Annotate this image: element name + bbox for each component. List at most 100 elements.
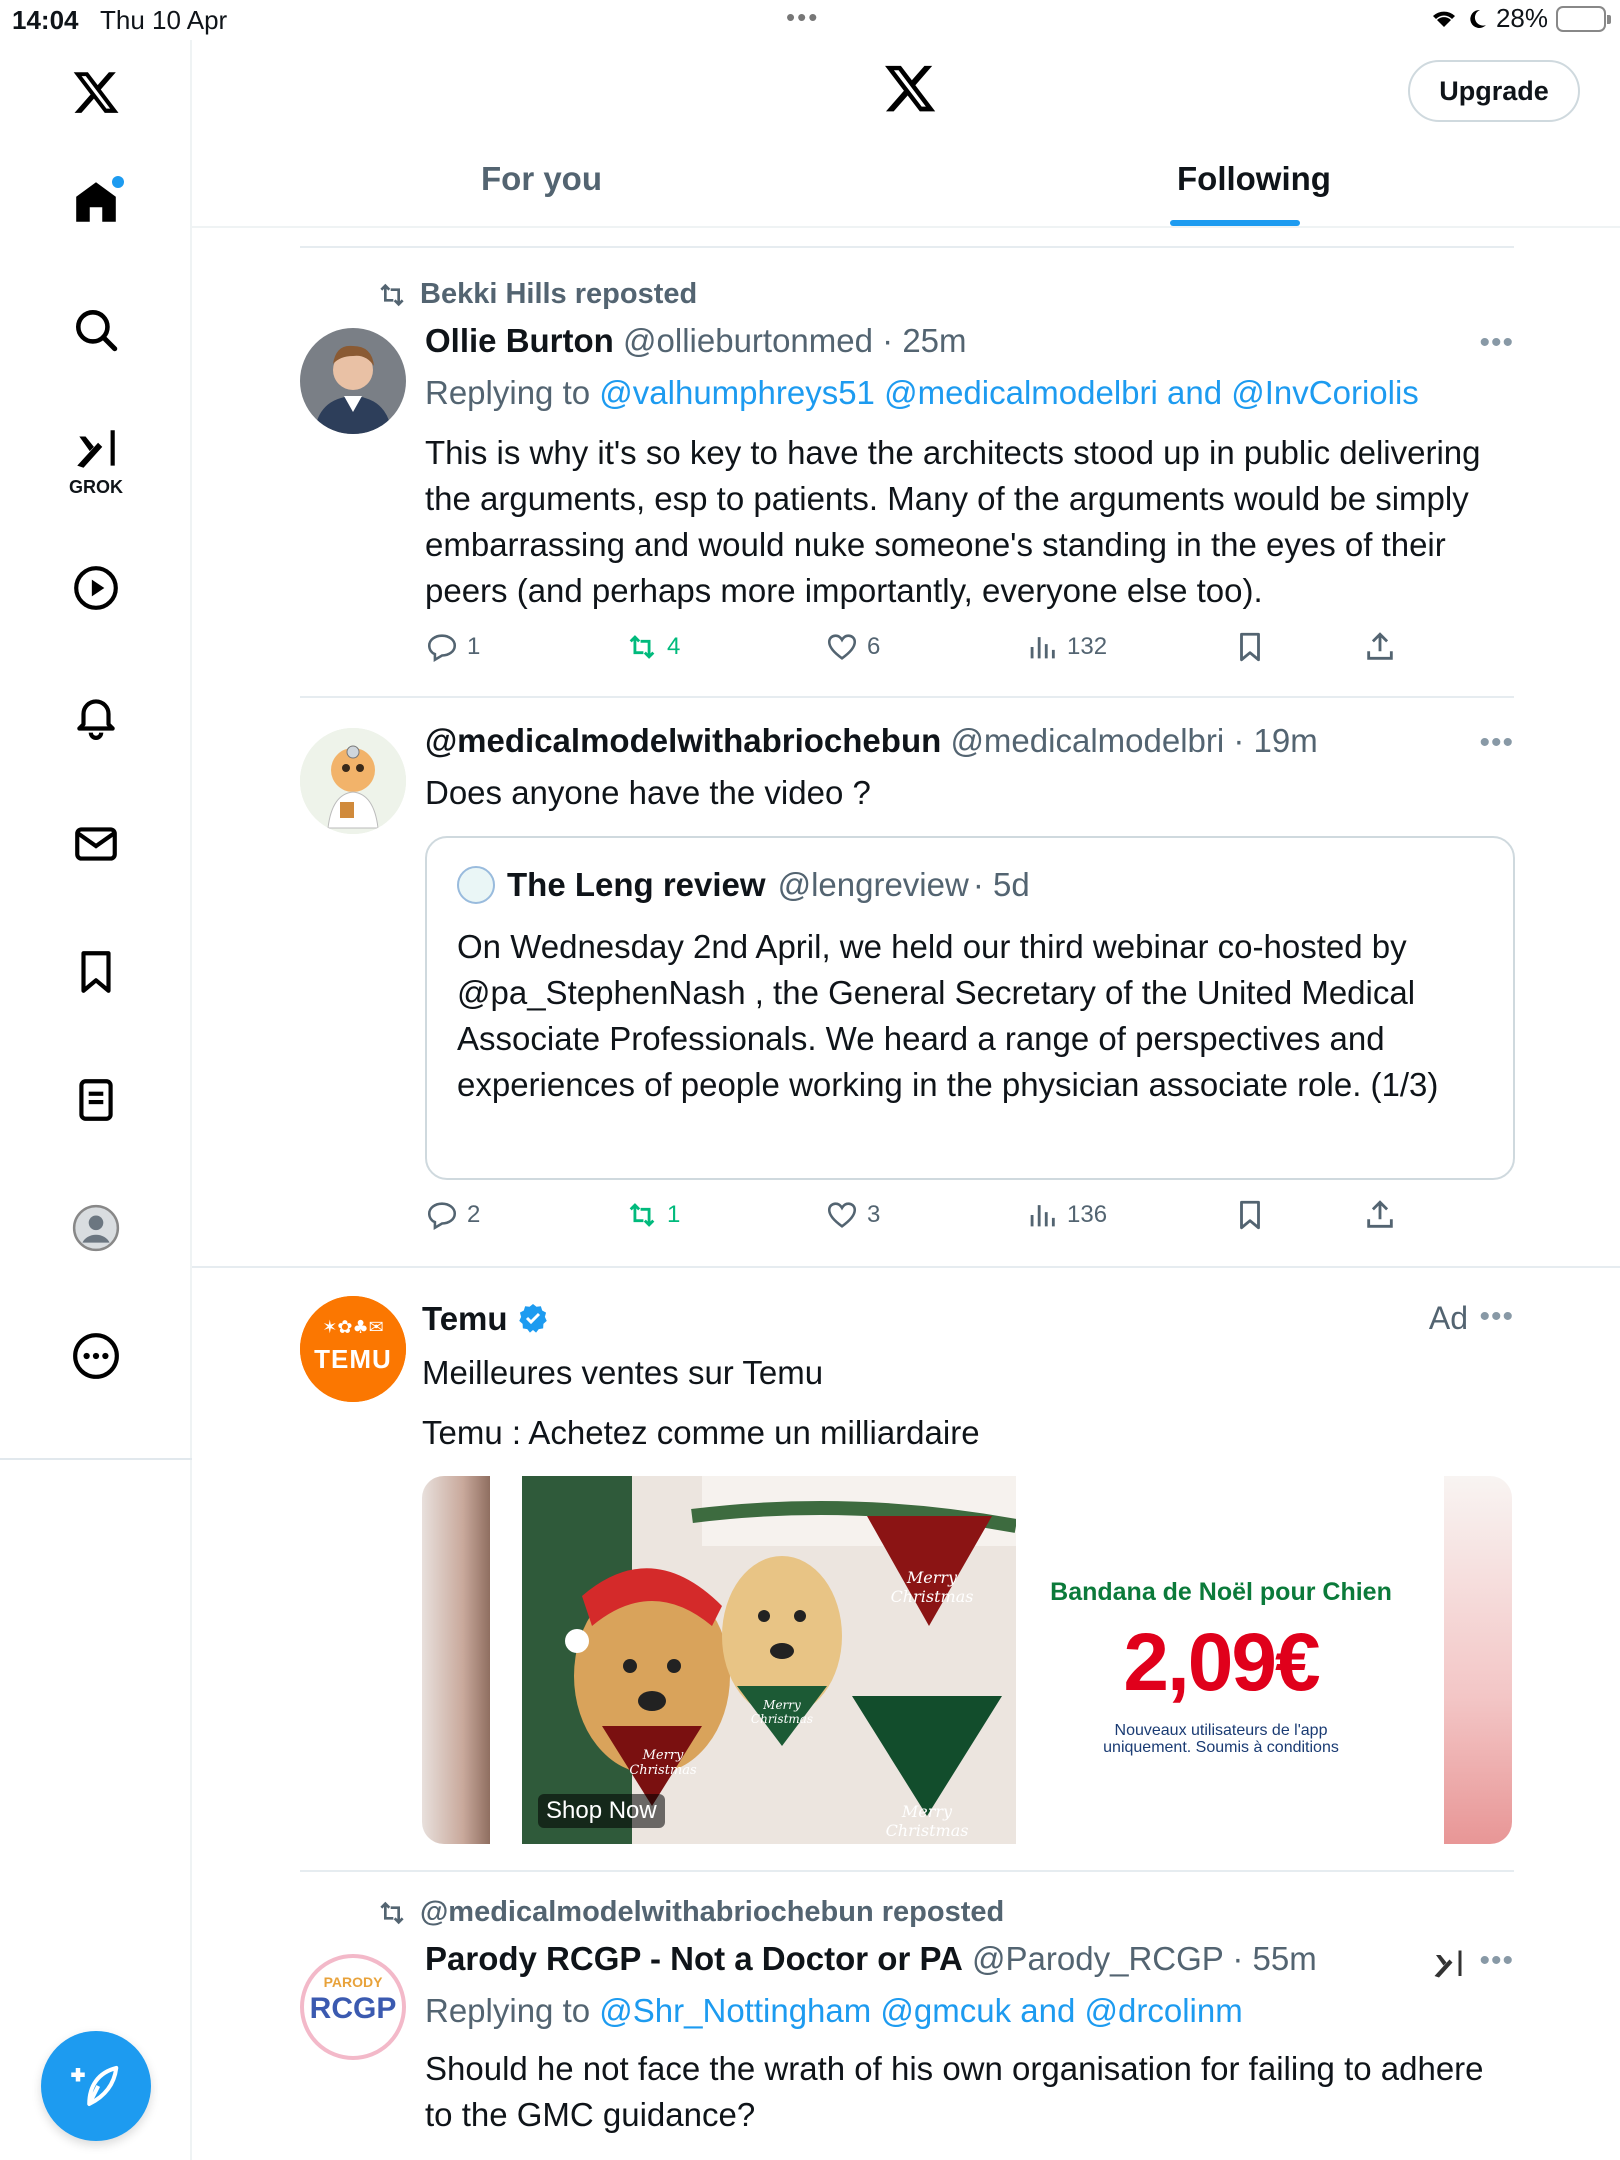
repost-icon [629,635,655,659]
ad-card[interactable]: Shop Now Merry Christmas Merry Christmas… [422,1476,1512,1844]
avatar[interactable] [300,728,406,834]
profile-icon[interactable] [60,1192,132,1264]
bookmark-icon [1240,1200,1260,1230]
divider [300,1870,1514,1872]
more-options-icon[interactable]: ••• [1479,1944,1514,1978]
bandana-text-1: Merry Christmas [890,1568,974,1606]
bookmark-button[interactable] [1233,1198,1267,1232]
repost-indicator: @medicalmodelwithabriochebun reposted [376,1896,1004,1929]
repost-by-label: @medicalmodelwithabriochebun reposted [420,1896,1005,1928]
repost-button[interactable]: 1 [625,1198,680,1232]
carousel-prev-image[interactable] [422,1476,490,1844]
avatar[interactable] [300,328,406,434]
avatar[interactable]: ✶✿♣✉ TEMU [300,1296,406,1402]
post-time[interactable]: · 55m [1232,1940,1316,1977]
home-icon[interactable] [60,166,132,238]
search-icon[interactable] [60,294,132,366]
notifications-icon[interactable] [60,680,132,752]
bandana-text-3: Merry Christmas [750,1698,814,1726]
quoted-post-text: On Wednesday 2nd April, we held our thir… [457,928,1439,1103]
author-name[interactable]: Parody RCGP - Not a Doctor or PA [425,1940,963,1977]
avatar[interactable] [457,866,495,904]
x-logo-icon[interactable] [882,60,938,116]
upgrade-button[interactable]: Upgrade [1408,60,1580,122]
repost-indicator: Bekki Hills reposted [376,278,697,311]
repost-icon [629,1203,655,1227]
reply-icon [427,1202,457,1231]
repost-button[interactable]: 4 [625,630,680,664]
reply-prefix: Replying to [425,1992,591,2029]
lists-icon[interactable] [60,1064,132,1136]
post-header: Parody RCGP - Not a Doctor or PA @Parody… [425,1940,1317,1978]
post-header: Ollie Burton @ollieburtonmed · 25m [425,322,967,360]
share-icon [1367,632,1393,660]
reply-button[interactable]: 2 [425,1198,480,1232]
post-time[interactable]: · 25m [882,322,966,359]
like-button[interactable]: 3 [825,1198,880,1232]
share-button[interactable] [1363,630,1397,664]
x-logo-icon[interactable] [60,56,132,128]
do-not-disturb-icon [1470,9,1486,28]
messages-icon[interactable] [60,808,132,880]
reply-and[interactable]: and [1020,1992,1075,2029]
grok-icon[interactable]: GROK [60,420,132,497]
compose-button[interactable] [41,2031,151,2141]
bookmark-button[interactable] [1233,630,1267,664]
reply-button[interactable]: 1 [425,630,480,664]
repost-icon [380,1901,404,1924]
like-button[interactable]: 6 [825,630,880,664]
views-button[interactable]: 136 [1025,1198,1107,1232]
reply-icon [427,634,457,663]
ad-subheadline: Temu : Achetez comme un milliardaire [422,1414,980,1451]
post-actions: 2 1 3 136 [425,1198,1515,1238]
bandana-text-4: Merry Christmas [885,1802,969,1840]
share-icon [1367,1200,1393,1228]
shop-now-button[interactable]: Shop Now [538,1794,665,1828]
more-options-icon[interactable]: ••• [1479,726,1514,760]
avatar[interactable]: PARODY RCGP [300,1954,406,2060]
status-time: 14:04 [12,5,79,35]
carousel-next-image[interactable] [1444,1476,1512,1844]
tab-following[interactable]: Following [1177,160,1331,198]
video-icon[interactable] [60,552,132,624]
quoted-author-name[interactable]: The Leng review [507,866,766,904]
quoted-post[interactable]: The Leng review @lengreview · 5d On Wedn… [425,836,1515,1180]
more-options-icon[interactable]: ••• [1479,1300,1514,1334]
reply-mentions[interactable]: @Shr_Nottingham @gmcuk [599,1992,1011,2029]
reply-mentions[interactable]: @valhumphreys51 @medicalmodelbri [599,374,1158,411]
divider [300,696,1514,698]
author-handle[interactable]: @ollieburtonmed [623,322,873,359]
quoted-author-handle[interactable]: @lengreview [778,866,969,904]
bandana-text-2: Merry Christmas [629,1748,697,1778]
sidebar: GROK [0,40,192,2160]
author-handle[interactable]: @medicalmodelbri [950,722,1224,759]
author-name[interactable]: Temu [422,1300,508,1337]
reply-last-mention[interactable]: @InvCoriolis [1231,374,1419,411]
author-handle[interactable]: @Parody_RCGP [972,1940,1223,1977]
reply-last-mention[interactable]: @drcolinm [1085,1992,1243,2029]
reply-count: 1 [467,633,481,660]
author-name[interactable]: Ollie Burton [425,322,614,359]
share-button[interactable] [1363,1198,1397,1232]
more-options-icon[interactable]: ••• [1479,326,1514,360]
heart-icon [827,1202,857,1228]
ad-image[interactable]: Shop Now Merry Christmas Merry Christmas… [522,1476,1016,1844]
views-button[interactable]: 132 [1025,630,1107,664]
ad-offer-panel[interactable]: Bandana de Noël pour Chien 2,09€ Nouveau… [1016,1476,1426,1844]
grok-icon[interactable] [1430,1946,1466,1982]
tab-for-you[interactable]: For you [481,160,602,198]
reply-and[interactable]: and [1167,374,1222,411]
more-icon[interactable] [60,1320,132,1392]
reply-prefix: Replying to [425,374,591,411]
post-time[interactable]: · 19m [1233,722,1317,759]
battery-icon [1556,5,1611,32]
bookmarks-icon[interactable] [60,936,132,1008]
author-name[interactable]: @medicalmodelwithabriochebun [425,722,941,759]
multitasking-dots-icon[interactable]: ••• [786,2,819,33]
repost-count: 4 [667,633,681,660]
divider [192,1266,1620,1268]
ad-label: Ad [1428,1300,1468,1336]
status-date: Thu 10 Apr [100,5,228,35]
ad-headline: Meilleures ventes sur Temu [422,1354,824,1391]
status-right: 28% [1430,3,1611,34]
